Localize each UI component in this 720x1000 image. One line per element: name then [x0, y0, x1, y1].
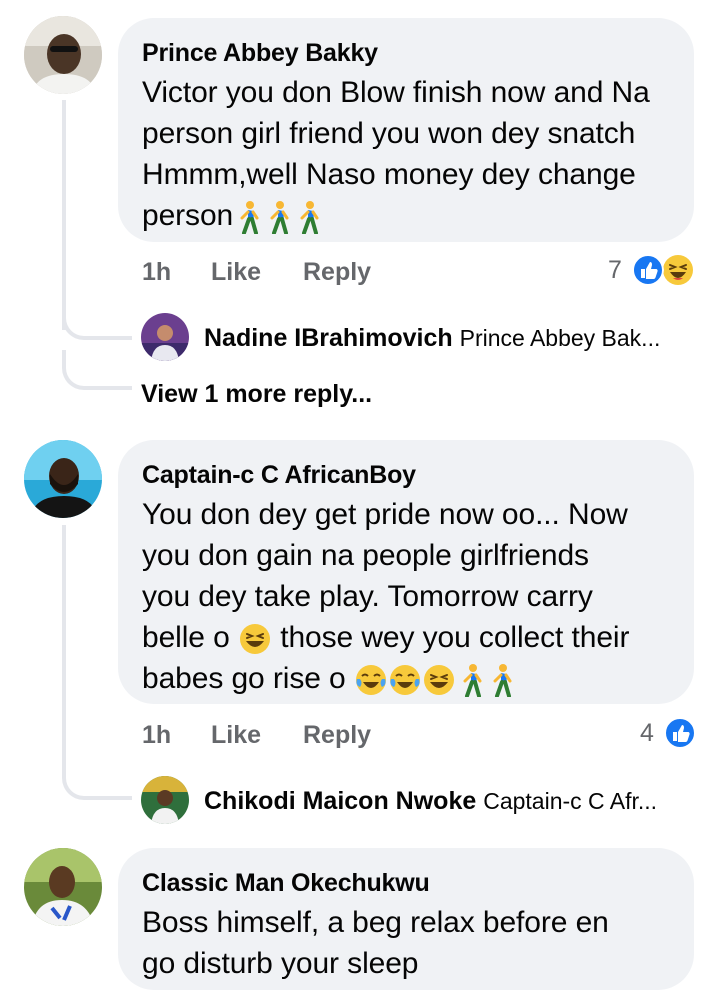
comment-text: You don dey get pride now oo... Now you … — [142, 494, 670, 699]
like-icon[interactable] — [632, 254, 664, 286]
comment-text-line: you don gain na people girlfriends — [142, 539, 589, 572]
thread-line-2 — [62, 525, 66, 775]
avatar-photo-icon — [24, 848, 102, 926]
comment-bubble[interactable]: Captain-c C AfricanBoy You don dey get p… — [118, 440, 694, 704]
thread-connector-1 — [62, 300, 132, 340]
laughing-emoji-icon — [239, 624, 270, 655]
reply-button[interactable]: Reply — [303, 258, 371, 287]
reaction-count[interactable]: 4 — [640, 719, 654, 748]
walking-person-emoji-icon — [493, 664, 512, 698]
avatar[interactable] — [24, 848, 102, 926]
comment-text-segment: babes go rise o — [142, 662, 346, 695]
reply-preview[interactable]: Chikodi Maicon Nwoke Captain-c C Afr... — [204, 787, 657, 816]
thread-connector-1b — [62, 350, 132, 390]
comment-text-segment: belle o — [142, 621, 230, 654]
comment-author[interactable]: Captain-c C AfricanBoy — [142, 460, 670, 490]
comment-text-line: babes go rise o — [142, 658, 670, 699]
comment-text-line: you dey take play. Tomorrow carry — [142, 580, 593, 613]
reply-author[interactable]: Nadine IBrahimovich — [204, 324, 453, 352]
comment-time[interactable]: 1h — [142, 258, 171, 287]
reply-author[interactable]: Chikodi Maicon Nwoke — [204, 787, 476, 815]
reply-avatar[interactable] — [141, 776, 189, 824]
tears-of-joy-emoji-icon — [355, 665, 386, 696]
comment-bubble[interactable]: Classic Man Okechukwu Boss himself, a be… — [118, 848, 694, 990]
walking-person-emoji-icon — [300, 201, 319, 235]
avatar[interactable] — [24, 16, 102, 94]
comment-text: Boss himself, a beg relax before en go d… — [142, 902, 670, 984]
comment-bubble[interactable]: Prince Abbey Bakky Victor you don Blow f… — [118, 18, 694, 242]
comment-author[interactable]: Prince Abbey Bakky — [142, 38, 670, 68]
walking-person-emoji-icon — [270, 201, 289, 235]
thread-connector-2 — [62, 760, 132, 800]
comment-text-line: belle o those wey you collect their — [142, 617, 670, 658]
comment-text-segment: those wey you collect their — [280, 621, 630, 654]
like-icon[interactable] — [664, 717, 696, 749]
laughing-emoji-icon — [423, 665, 454, 696]
comment-text-line: go disturb your sleep — [142, 947, 419, 980]
reply-text-preview: Prince Abbey Bak... — [459, 325, 661, 351]
avatar[interactable] — [24, 440, 102, 518]
reaction-count[interactable]: 7 — [608, 256, 622, 285]
like-button[interactable]: Like — [211, 721, 261, 750]
comment-text-line: Boss himself, a beg relax before en — [142, 906, 609, 939]
view-more-replies-link[interactable]: View 1 more reply... — [141, 380, 372, 409]
avatar-photo-icon — [24, 16, 102, 94]
comment-text-content: Victor you don Blow finish now and Na pe… — [142, 76, 650, 232]
like-button[interactable]: Like — [211, 258, 261, 287]
thread-line-1 — [62, 100, 66, 330]
avatar-photo-icon — [141, 776, 189, 824]
reply-preview[interactable]: Nadine IBrahimovich Prince Abbey Bak... — [204, 324, 660, 353]
comment-author[interactable]: Classic Man Okechukwu — [142, 868, 670, 898]
avatar-photo-icon — [141, 313, 189, 361]
walking-person-emoji-icon — [240, 201, 259, 235]
reply-button[interactable]: Reply — [303, 721, 371, 750]
avatar-photo-icon — [24, 440, 102, 518]
reply-avatar[interactable] — [141, 313, 189, 361]
tears-of-joy-emoji-icon — [389, 665, 420, 696]
comment-text-line: You don dey get pride now oo... Now — [142, 498, 628, 531]
haha-icon[interactable] — [662, 254, 694, 286]
walking-person-emoji-icon — [463, 664, 482, 698]
reply-text-preview: Captain-c C Afr... — [483, 788, 658, 814]
comment-time[interactable]: 1h — [142, 721, 171, 750]
comment-text: Victor you don Blow finish now and Na pe… — [142, 72, 670, 236]
